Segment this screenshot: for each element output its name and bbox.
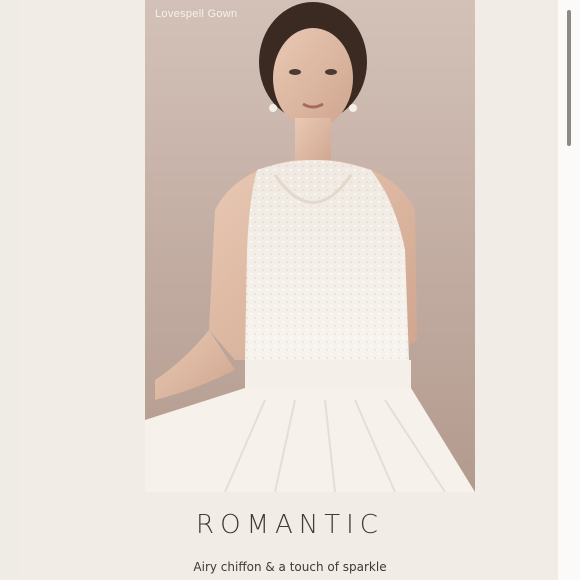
section-heading: ROMANTIC [196, 510, 384, 540]
scrollbar-thumb[interactable] [567, 10, 571, 146]
left-gutter [0, 0, 18, 580]
model-illustration [145, 0, 475, 492]
section-subheading: Airy chiffon & a touch of sparkle [193, 560, 387, 574]
scrollbar-track[interactable] [558, 0, 580, 580]
gown-photo[interactable]: Lovespell Gown [145, 0, 475, 492]
gown-name-caption: Lovespell Gown [155, 8, 238, 20]
page: Lovespell Gown ROMANTIC Airy chiffon & a… [0, 0, 580, 580]
